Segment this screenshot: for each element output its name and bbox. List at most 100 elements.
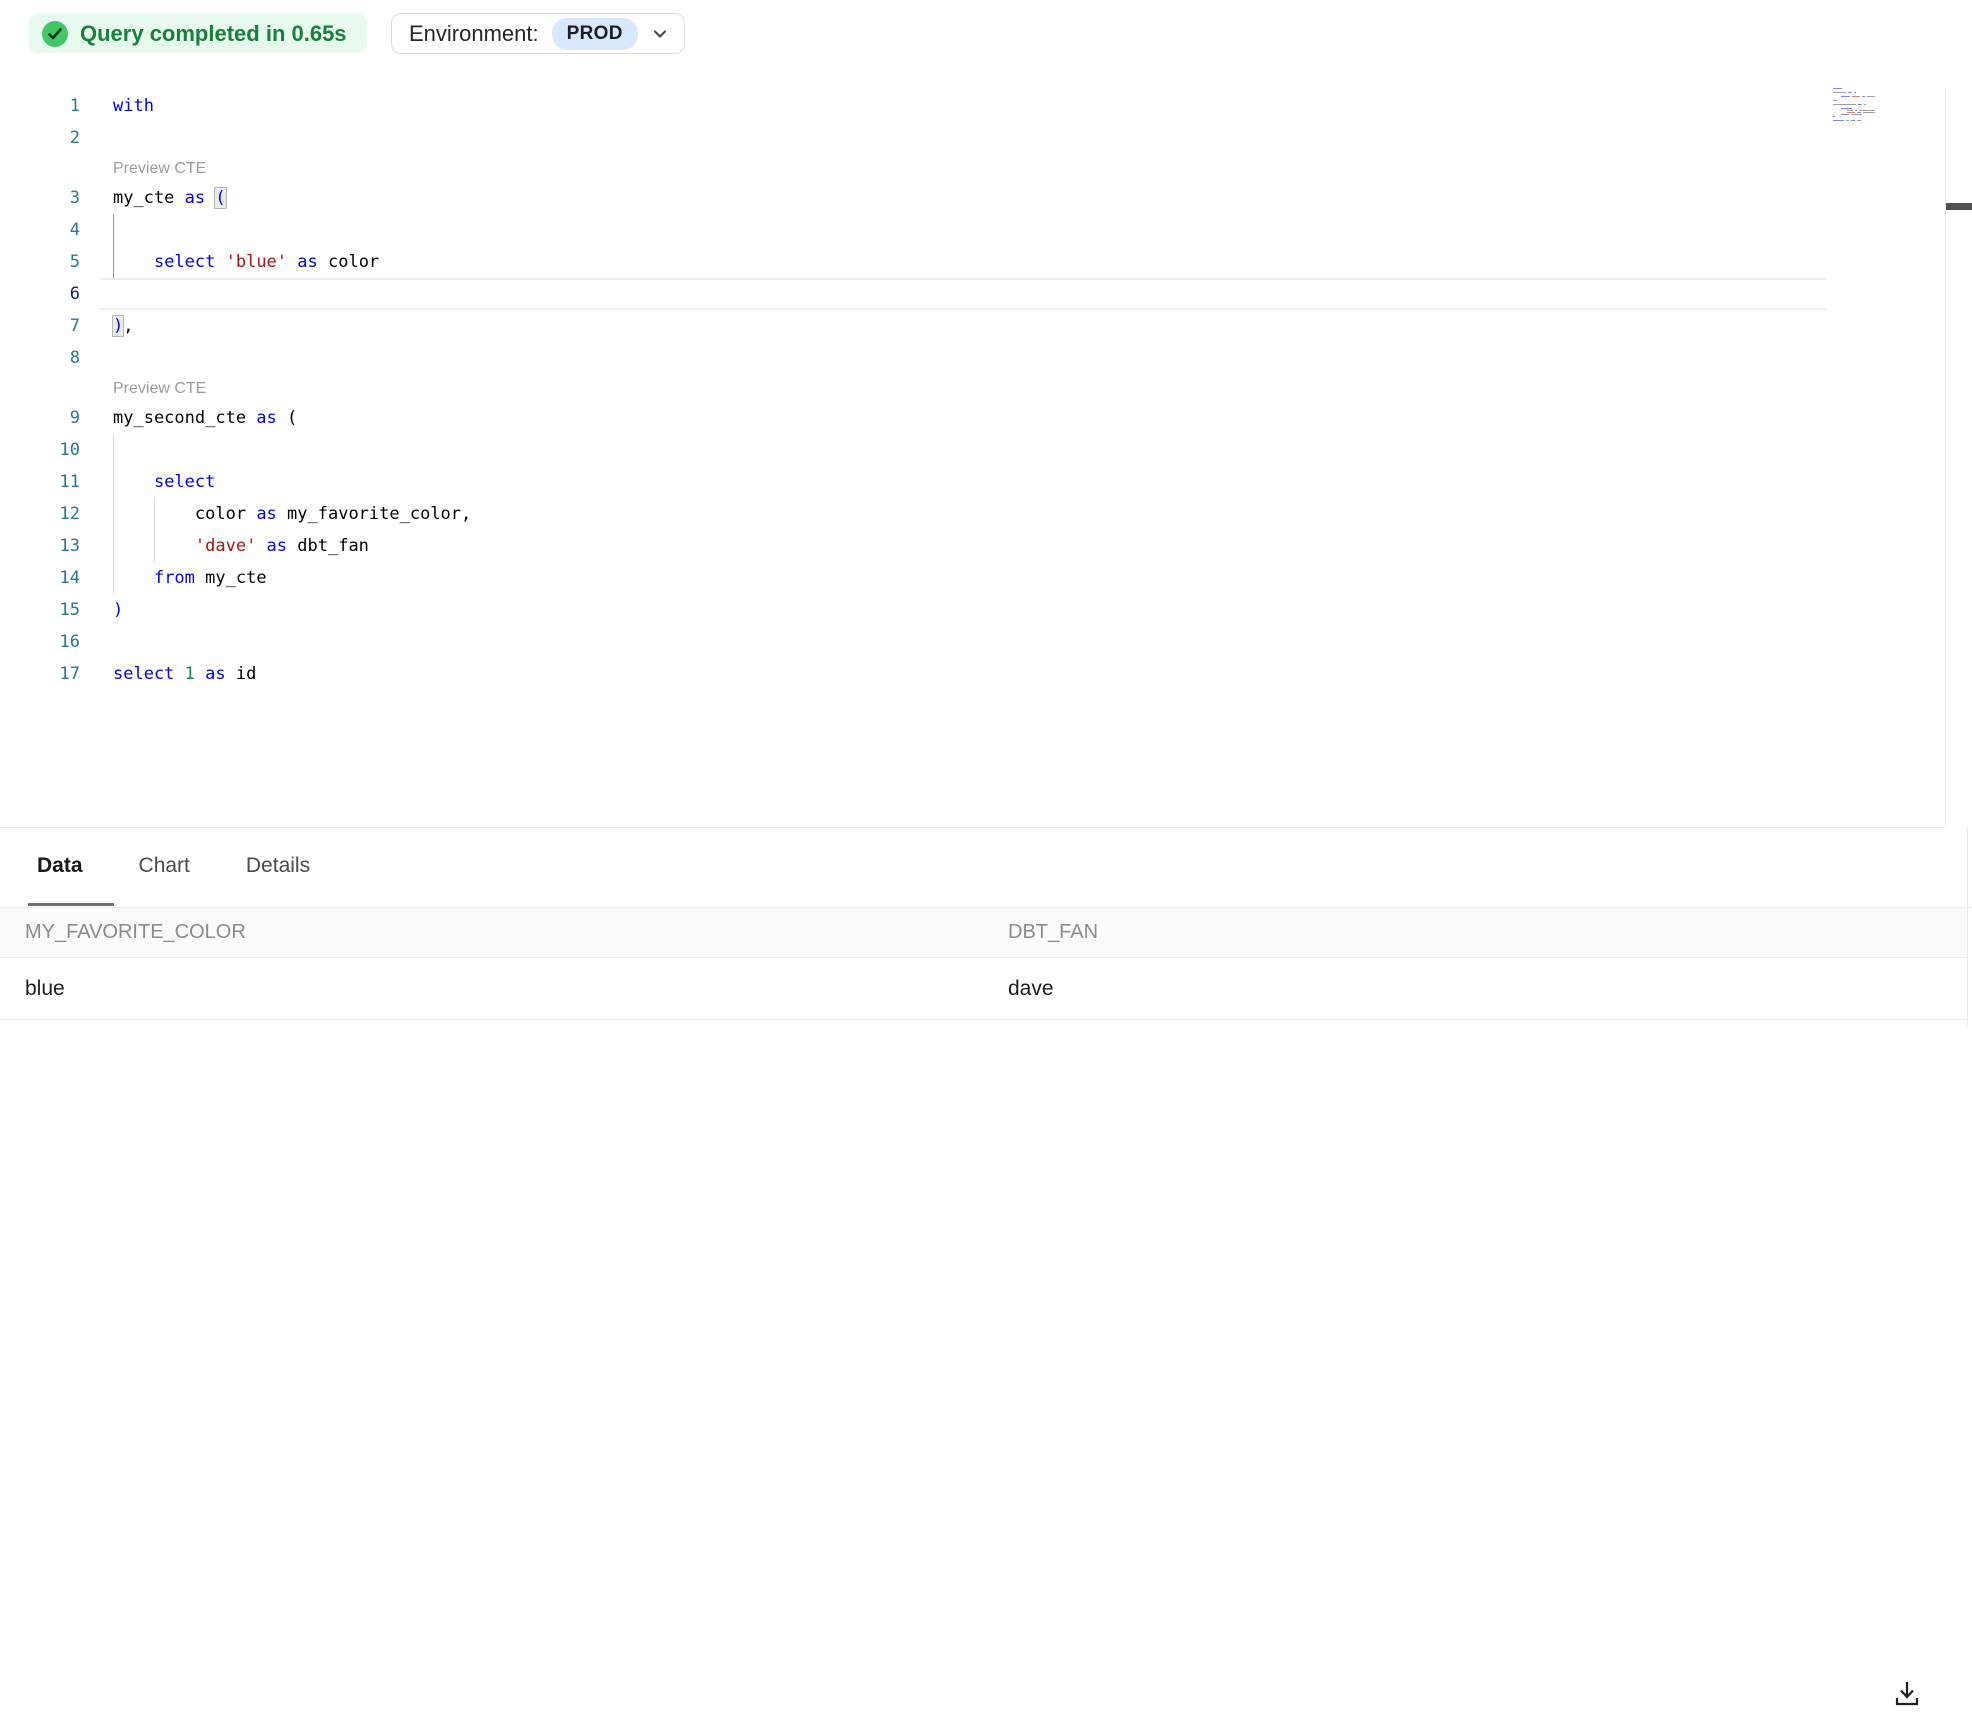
indent-guide bbox=[154, 530, 155, 562]
code-token: dbt_fan bbox=[297, 536, 369, 556]
editor-minimap[interactable] bbox=[1833, 88, 1877, 122]
code-content: ) bbox=[80, 594, 1945, 626]
code-line: 8 bbox=[0, 342, 1945, 374]
code-token: color bbox=[195, 504, 256, 524]
code-token: my_favorite_color, bbox=[287, 504, 471, 524]
minimap-line bbox=[1833, 90, 1877, 91]
minimap-segment bbox=[1846, 120, 1849, 121]
code-lens-row: Preview CTE bbox=[0, 154, 1945, 182]
minimap-segment bbox=[1855, 110, 1858, 111]
line-number: 2 bbox=[0, 122, 80, 154]
minimap-segment bbox=[1833, 92, 1846, 93]
minimap-segment bbox=[1863, 112, 1875, 113]
minimap-segment bbox=[1833, 100, 1837, 101]
minimap-segment bbox=[1833, 116, 1835, 117]
code-token: select bbox=[113, 664, 185, 684]
tab-data[interactable]: Data bbox=[28, 828, 114, 906]
check-circle-icon bbox=[42, 21, 68, 47]
indent-guide bbox=[113, 434, 114, 466]
code-token: my_cte bbox=[205, 568, 266, 588]
table-header-row: MY_FAVORITE_COLORDBT_FAN bbox=[0, 908, 1967, 958]
code-token: as bbox=[267, 536, 298, 556]
code-token: 'blue' bbox=[226, 252, 298, 272]
code-content bbox=[80, 278, 1945, 310]
sql-editor-code-area[interactable]: 1with2Preview CTE3my_cte as (45 select '… bbox=[0, 60, 1945, 827]
minimap-line bbox=[1833, 88, 1877, 89]
code-lens-row: Preview CTE bbox=[0, 374, 1945, 402]
minimap-line bbox=[1841, 114, 1877, 115]
table-body: bluedave bbox=[0, 958, 1967, 1020]
minimap-segment bbox=[1854, 92, 1856, 93]
results-panel: DataChartDetails MY_FAVORITE_COLORDBT_FA… bbox=[0, 827, 1972, 1026]
line-number: 5 bbox=[0, 246, 80, 278]
code-line: 3my_cte as ( bbox=[0, 182, 1945, 214]
code-content: my_second_cte as ( bbox=[80, 402, 1945, 434]
line-number: 13 bbox=[0, 530, 80, 562]
tab-details[interactable]: Details bbox=[237, 828, 341, 906]
code-token: 'dave' bbox=[195, 536, 267, 556]
minimap-line bbox=[1847, 112, 1877, 113]
minimap-line bbox=[1833, 94, 1877, 95]
indent-guide bbox=[113, 246, 114, 278]
minimap-segment bbox=[1867, 96, 1875, 97]
line-number: 12 bbox=[0, 498, 80, 530]
environment-label: Environment: bbox=[409, 21, 539, 47]
minimap-segment bbox=[1847, 110, 1853, 111]
minimap-segment bbox=[1857, 112, 1861, 113]
tab-chart[interactable]: Chart bbox=[130, 828, 221, 906]
minimap-segment bbox=[1862, 96, 1865, 97]
query-status-text: Query completed in 0.65s bbox=[80, 21, 347, 47]
code-line: 9my_second_cte as ( bbox=[0, 402, 1945, 434]
code-line: 1 with bbox=[0, 90, 1945, 122]
indent-guide bbox=[154, 498, 155, 530]
code-line: 5 select 'blue' as color bbox=[0, 246, 1945, 278]
code-line: 13 'dave' as dbt_fan bbox=[0, 530, 1945, 562]
minimap-segment bbox=[1841, 96, 1850, 97]
code-token: ( bbox=[215, 188, 225, 208]
minimap-line bbox=[1833, 104, 1877, 105]
indent-guide bbox=[113, 214, 114, 246]
line-number: 8 bbox=[0, 342, 80, 374]
code-content bbox=[80, 342, 1945, 374]
line-number: 17 bbox=[0, 658, 80, 690]
minimap-line bbox=[1833, 98, 1877, 99]
line-number: 11 bbox=[0, 466, 80, 498]
minimap-segment bbox=[1864, 104, 1866, 105]
line-number: 10 bbox=[0, 434, 80, 466]
table-column-header: DBT_FAN bbox=[983, 921, 1967, 944]
minimap-line bbox=[1833, 118, 1877, 119]
code-content bbox=[80, 214, 1945, 246]
minimap-segment bbox=[1851, 120, 1855, 121]
minimap-segment bbox=[1852, 96, 1860, 97]
line-number: 1 bbox=[0, 90, 80, 122]
code-token: ) bbox=[113, 316, 123, 336]
table-row: bluedave bbox=[0, 958, 1967, 1020]
line-number: 6 bbox=[0, 278, 80, 310]
environment-selector[interactable]: Environment: PROD bbox=[391, 13, 685, 54]
code-token: select bbox=[154, 252, 226, 272]
code-token: my_cte bbox=[113, 188, 185, 208]
code-line: 12 color as my_favorite_color, bbox=[0, 498, 1945, 530]
code-token: , bbox=[123, 316, 133, 336]
code-content: my_cte as ( bbox=[80, 182, 1945, 214]
minimap-line bbox=[1847, 110, 1877, 111]
minimap-segment bbox=[1833, 104, 1856, 105]
code-content: select 1 as id bbox=[80, 658, 1945, 690]
environment-value-badge: PROD bbox=[552, 18, 638, 50]
table-cell: blue bbox=[0, 977, 983, 1001]
preview-cte-lens[interactable]: Preview CTE bbox=[113, 380, 206, 397]
scrollbar-thumb[interactable] bbox=[1946, 203, 1972, 210]
minimap-segment bbox=[1847, 112, 1855, 113]
code-token: with bbox=[113, 96, 154, 116]
indent-guide bbox=[113, 498, 114, 530]
code-token bbox=[113, 568, 154, 588]
preview-cte-lens[interactable]: Preview CTE bbox=[113, 160, 206, 177]
minimap-segment bbox=[1841, 114, 1849, 115]
code-content: ), bbox=[80, 310, 1945, 342]
minimap-segment bbox=[1851, 114, 1862, 115]
code-content: with bbox=[80, 90, 1945, 122]
code-token: ) bbox=[113, 600, 123, 620]
download-button[interactable] bbox=[1884, 1672, 1930, 1718]
code-token: as bbox=[256, 504, 287, 524]
minimap-segment bbox=[1833, 120, 1844, 121]
